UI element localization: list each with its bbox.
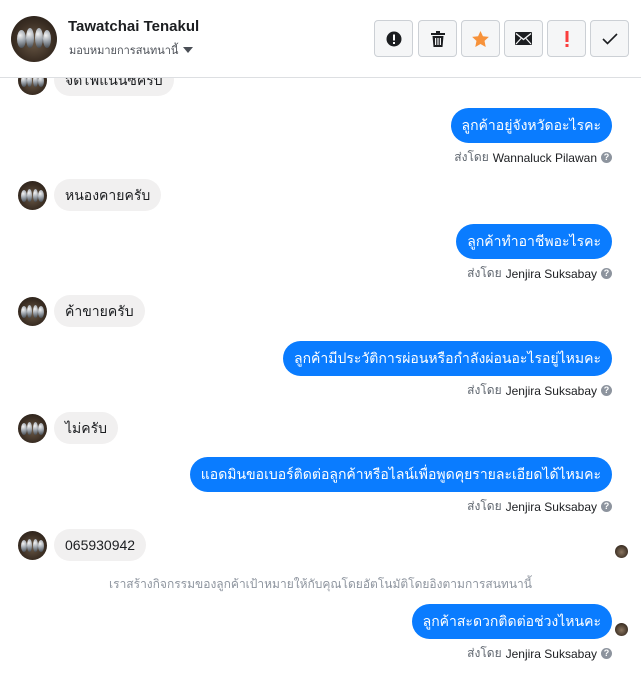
sent-by-prefix: ส่งโดย	[467, 266, 502, 280]
message-bubble-outgoing[interactable]: ลูกค้าอยู่จังหวัดอะไรคะ	[450, 108, 612, 143]
message-bubble-outgoing[interactable]: ลูกค้าทำอาชีพอะไรคะ	[456, 224, 612, 259]
mark-spam-button[interactable]	[547, 20, 586, 57]
sent-by-prefix: ส่งโดย	[467, 646, 502, 660]
star-icon	[472, 30, 489, 47]
sent-by-label: ส่งโดย Jenjira Suksabay ?	[467, 644, 612, 663]
message-bubble[interactable]: ค้าขายครับ	[54, 295, 145, 327]
info-icon[interactable]: ?	[601, 501, 612, 512]
spam-icon	[565, 30, 568, 47]
system-note: เราสร้างกิจกรรมของลูกค้าเป้าหมายให้กับคุ…	[109, 577, 532, 591]
message-bubble[interactable]: ไม่ครับ	[54, 412, 119, 444]
chevron-down-icon	[183, 47, 194, 53]
contact-avatar-small[interactable]	[18, 180, 47, 210]
mark-important-button[interactable]	[374, 20, 413, 57]
trash-icon	[430, 30, 445, 47]
mark-unread-button[interactable]	[504, 20, 543, 57]
sender-name: Jenjira Suksabay	[505, 499, 597, 514]
message-thread[interactable]: จัดไฟแนนซ์ครับ ลูกค้าอยู่จังหวัดอะไรคะ ส…	[0, 78, 641, 690]
contact-name[interactable]: Tawatchai Tenakul	[68, 18, 199, 35]
sent-by-label: ส่งโดย Jenjira Suksabay ?	[467, 497, 612, 516]
contact-avatar-small[interactable]	[18, 78, 47, 95]
contact-avatar-small[interactable]	[18, 296, 47, 326]
assign-conversation-dropdown[interactable]: มอบหมายการสนทนานี้	[69, 41, 194, 59]
info-icon[interactable]: ?	[601, 648, 612, 659]
incoming-message: จัดไฟแนนซ์ครับ	[18, 78, 174, 96]
read-receipt-avatar	[615, 545, 628, 558]
info-icon[interactable]: ?	[601, 385, 612, 396]
incoming-message: หนองคายครับ	[18, 179, 162, 211]
alert-icon	[386, 31, 401, 46]
star-button[interactable]	[461, 20, 500, 57]
contact-avatar-small[interactable]	[18, 530, 47, 560]
sent-by-label: ส่งโดย Wannaluck Pilawan ?	[454, 148, 612, 167]
sender-name: Jenjira Suksabay	[505, 266, 597, 281]
contact-avatar-small[interactable]	[18, 413, 47, 443]
contact-avatar[interactable]	[11, 16, 57, 62]
sent-by-label: ส่งโดย Jenjira Suksabay ?	[467, 381, 612, 400]
sender-name: Wannaluck Pilawan	[492, 150, 597, 165]
sender-name: Jenjira Suksabay	[505, 383, 597, 398]
sent-by-label: ส่งโดย Jenjira Suksabay ?	[467, 264, 612, 283]
message-bubble-outgoing[interactable]: ลูกค้ามีประวัติการผ่อนหรือกำลังผ่อนอะไรอ…	[282, 341, 612, 376]
sent-by-prefix: ส่งโดย	[454, 150, 489, 164]
read-receipt-avatar	[615, 623, 628, 636]
sender-name: Jenjira Suksabay	[505, 646, 597, 661]
message-bubble-outgoing[interactable]: แอดมินขอเบอร์ติดต่อลูกค้าหรือไลน์เพื่อพู…	[189, 457, 612, 492]
delete-button[interactable]	[418, 20, 457, 57]
message-bubble[interactable]: 065930942	[54, 529, 147, 561]
incoming-message: 065930942	[18, 529, 147, 561]
message-bubble[interactable]: หนองคายครับ	[54, 179, 162, 211]
conversation-header: Tawatchai Tenakul มอบหมายการสนทนานี้	[0, 0, 641, 78]
message-bubble[interactable]: จัดไฟแนนซ์ครับ	[54, 78, 174, 96]
incoming-message: ค้าขายครับ	[18, 295, 145, 327]
sent-by-prefix: ส่งโดย	[467, 383, 502, 397]
check-icon	[601, 32, 618, 45]
message-bubble-outgoing[interactable]: ลูกค้าสะดวกติดต่อช่วงไหนคะ	[411, 604, 612, 639]
envelope-icon	[515, 32, 532, 45]
assign-label: มอบหมายการสนทนานี้	[69, 45, 179, 57]
incoming-message: ไม่ครับ	[18, 412, 119, 444]
info-icon[interactable]: ?	[601, 152, 612, 163]
mark-done-button[interactable]	[590, 20, 629, 57]
sent-by-prefix: ส่งโดย	[467, 499, 502, 513]
info-icon[interactable]: ?	[601, 268, 612, 279]
